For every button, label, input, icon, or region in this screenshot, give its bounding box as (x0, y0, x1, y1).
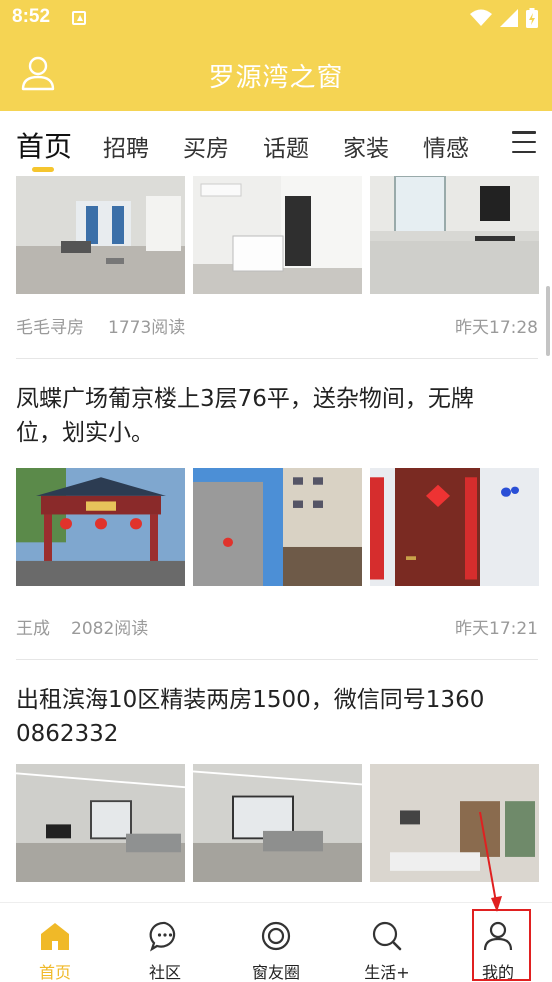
active-tab-indicator (32, 167, 54, 172)
post-read-count: 1773阅读 (108, 318, 186, 338)
highlight-box (472, 909, 531, 981)
menu-icon[interactable] (512, 131, 536, 153)
notification-icon (72, 11, 86, 25)
apartment-living-photo[interactable] (16, 764, 185, 882)
apartment-sofa-photo[interactable] (193, 764, 362, 882)
search-icon (372, 921, 402, 951)
plaza-gate-photo[interactable] (16, 468, 185, 586)
post-author[interactable]: 毛毛寻房 (16, 313, 84, 338)
divider (16, 358, 538, 359)
scrollbar[interactable] (546, 286, 550, 356)
tab-home-decor[interactable]: 家装 (343, 129, 389, 163)
red-door-photo[interactable] (370, 468, 539, 586)
app-header: 罗源湾之窗 (0, 36, 552, 111)
bottom-navigation: 首页 社区 窗友圈 生活+ 我的 (0, 902, 552, 982)
nav-label: 窗友圈 (251, 963, 300, 982)
status-bar: 8:52 (0, 0, 552, 36)
status-time: 8:52 (12, 6, 51, 27)
status-icons (470, 8, 538, 28)
nav-friends-circle[interactable]: 窗友圈 (221, 903, 331, 982)
nav-community[interactable]: 社区 (110, 903, 220, 982)
category-tabs: 首页 招聘 买房 话题 家装 情感 (0, 111, 552, 176)
post-images[interactable] (16, 764, 539, 882)
nav-life-plus[interactable]: 生活+ (332, 903, 442, 982)
post-author[interactable]: 王成 (16, 614, 50, 639)
tab-buy-house[interactable]: 买房 (183, 129, 229, 163)
circle-ring-icon (261, 921, 291, 951)
post-read-count: 2082阅读 (71, 619, 149, 639)
post-title[interactable]: 出租滨海10区精装两房1500，微信同号13600862332 (16, 683, 486, 751)
tab-jobs[interactable]: 招聘 (103, 129, 149, 163)
nav-label: 生活+ (364, 963, 410, 982)
battery-icon (526, 8, 538, 28)
post-time: 昨天17:28 (455, 318, 538, 338)
wifi-icon (470, 9, 492, 26)
bedroom-photo[interactable] (193, 176, 362, 294)
app-title: 罗源湾之窗 (208, 63, 344, 93)
living-room-photo[interactable] (16, 176, 185, 294)
signal-icon (500, 9, 518, 27)
chat-bubble-icon (149, 921, 176, 952)
tab-emotion[interactable]: 情感 (423, 129, 469, 163)
divider (16, 659, 538, 660)
nav-label: 社区 (148, 963, 181, 982)
post-images[interactable] (16, 176, 539, 294)
tab-topics[interactable]: 话题 (263, 129, 309, 163)
post-title[interactable]: 凤蝶广场葡京楼上3层76平，送杂物间，无牌位，划实小。 (16, 382, 516, 450)
post-images[interactable] (16, 468, 539, 586)
nav-home[interactable]: 首页 (0, 903, 110, 982)
building-street-photo[interactable] (193, 468, 362, 586)
home-icon (41, 923, 69, 950)
kitchen-photo[interactable] (370, 176, 539, 294)
nav-label: 首页 (38, 963, 71, 982)
apartment-dining-photo[interactable] (370, 764, 539, 882)
post-time: 昨天17:21 (455, 619, 538, 639)
post-feed[interactable]: 毛毛寻房 1773阅读 昨天17:28 凤蝶广场葡京楼上3层76平，送杂物间，无… (0, 176, 552, 902)
tab-home[interactable]: 首页 (16, 125, 72, 165)
